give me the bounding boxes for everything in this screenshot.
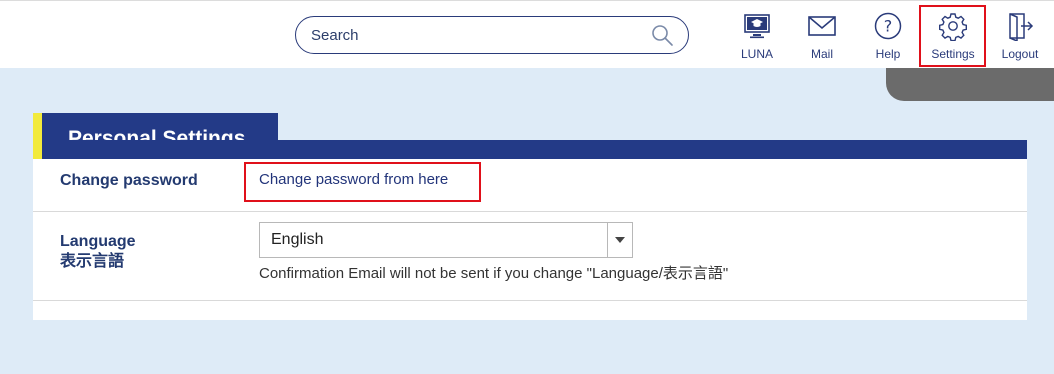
search-icon[interactable]: [650, 23, 674, 47]
panel-accent-bar: [33, 140, 42, 159]
nav-logout-label: Logout: [1001, 47, 1039, 61]
gear-icon: [938, 11, 968, 41]
top-bar: Search LUNA Mail ? Help Settings Logout: [0, 0, 1054, 68]
nav-help-label: Help: [875, 47, 901, 61]
nav-settings-label: Settings: [931, 47, 975, 61]
language-row: Language 表示言語 English Confirmation Email…: [33, 212, 1027, 301]
svg-text:?: ?: [884, 17, 893, 36]
language-select[interactable]: English: [259, 222, 633, 258]
nav-luna-label: LUNA: [740, 47, 773, 61]
help-icon: ?: [873, 11, 903, 41]
language-select-value: English: [271, 231, 324, 248]
change-password-link[interactable]: Change password from here: [259, 171, 448, 188]
settings-panel: Change password Change password from her…: [33, 140, 1027, 320]
panel-header: [33, 140, 1027, 159]
language-label-en: Language: [60, 233, 136, 250]
search-input[interactable]: Search: [311, 27, 650, 44]
mail-icon: [807, 11, 837, 41]
nav-mail[interactable]: Mail: [793, 11, 851, 63]
nav-help[interactable]: ? Help: [859, 11, 917, 63]
language-note: Confirmation Email will not be sent if y…: [259, 265, 729, 282]
search-box[interactable]: Search: [295, 16, 689, 54]
logout-icon: [1005, 11, 1035, 41]
language-label: Language 表示言語: [60, 232, 136, 272]
account-tab: [886, 68, 1054, 101]
language-label-ja: 表示言語: [60, 253, 125, 270]
nav-settings[interactable]: Settings: [924, 11, 982, 63]
password-label: Change password: [60, 172, 198, 189]
password-row: Change password Change password from her…: [33, 159, 1027, 212]
luna-monitor-icon: [742, 11, 772, 41]
chevron-down-icon[interactable]: [607, 223, 632, 257]
nav-mail-label: Mail: [810, 47, 833, 61]
nav-logout[interactable]: Logout: [991, 11, 1049, 63]
nav-luna[interactable]: LUNA: [728, 11, 786, 63]
